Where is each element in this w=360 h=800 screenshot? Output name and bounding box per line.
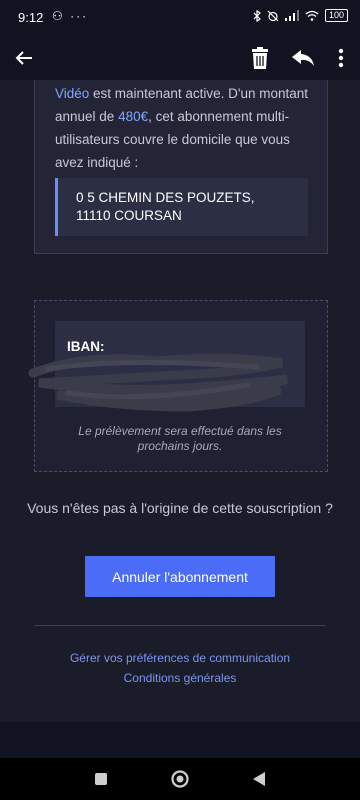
address-line-2: 11110 COURSAN (76, 208, 182, 223)
home-button[interactable] (169, 768, 191, 790)
more-options-button[interactable] (325, 42, 357, 74)
email-body[interactable]: Vidéo est maintenant active. D'un montan… (0, 80, 360, 722)
debit-note: Le prélèvement sera effectué dans les pr… (78, 424, 282, 453)
app-bar (0, 36, 360, 80)
bottom-strip (0, 722, 360, 758)
signal-icon (284, 10, 299, 21)
iban-card: IBAN: Le prélèvement sera effectué dans … (28, 300, 328, 472)
triangle-back-icon (253, 772, 265, 786)
status-bar: 9:12 ⚇ ··· 100 (0, 0, 360, 36)
recents-button[interactable] (90, 768, 112, 790)
arrow-left-icon (15, 51, 32, 65)
system-nav-bar (0, 758, 360, 800)
terms-link[interactable]: Conditions générales (0, 671, 360, 685)
address-block: 0 5 CHEMIN DES POUZETS, 11110 COURSAN (55, 178, 308, 236)
battery-icon: 100 (324, 9, 348, 22)
square-icon (95, 773, 107, 785)
status-time: 9:12 (18, 10, 44, 25)
video-link[interactable]: Vidéo (55, 86, 89, 101)
subscription-card: Vidéo est maintenant active. D'un montan… (34, 80, 328, 254)
trash-icon (252, 47, 268, 69)
iban-block: IBAN: (28, 321, 305, 412)
divider (34, 625, 326, 626)
more-vertical-icon (338, 48, 344, 68)
circle-icon (171, 770, 189, 788)
amount-value: 480€ (118, 109, 149, 124)
subscription-paragraph: Vidéo est maintenant active. D'un montan… (55, 82, 313, 174)
back-nav-button[interactable] (248, 768, 270, 790)
delete-button[interactable] (244, 42, 276, 74)
reply-button[interactable] (287, 42, 319, 74)
origin-question: Vous n'êtes pas à l'origine de cette sou… (0, 500, 360, 517)
back-button[interactable] (8, 42, 40, 74)
origin-question-text: Vous n'êtes pas à l'origine de cette sou… (27, 500, 333, 516)
system-icons: 100 (253, 9, 348, 22)
cancel-subscription-button[interactable]: Annuler l'abonnement (85, 556, 275, 597)
notification-icons: ⚇ ··· (52, 9, 89, 23)
reply-icon (292, 50, 314, 66)
alarm-off-icon (267, 10, 279, 21)
wifi-icon (305, 10, 319, 21)
communication-preferences-link[interactable]: Gérer vos préférences de communication (0, 651, 360, 665)
bluetooth-icon (253, 9, 261, 22)
address-line-1: 0 5 CHEMIN DES POUZETS, (76, 190, 255, 205)
redaction-scribble (28, 353, 289, 412)
